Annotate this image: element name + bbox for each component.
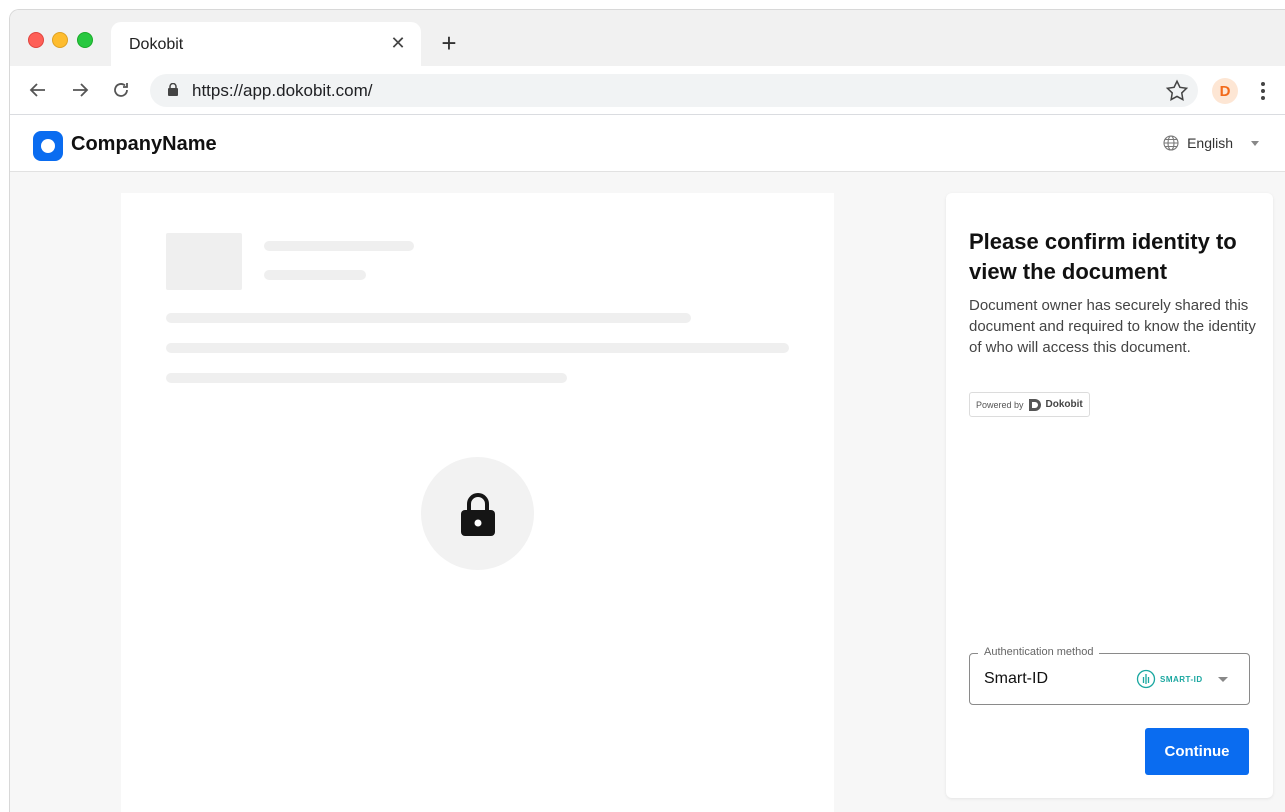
tab-title: Dokobit: [129, 36, 184, 53]
new-tab-icon[interactable]: +: [436, 30, 462, 56]
tab-close-icon[interactable]: ✕: [387, 32, 409, 54]
extension-icon[interactable]: D: [1212, 78, 1238, 104]
browser-window: Dokobit ✕ + https://app.dokobit.com/ D C…: [9, 9, 1285, 812]
skeleton-line: [166, 373, 567, 383]
skeleton-thumbnail: [166, 233, 242, 290]
smartid-logo-text: SMART-ID: [1160, 674, 1203, 684]
app-header: CompanyName English: [10, 115, 1285, 172]
continue-button[interactable]: Continue: [1145, 728, 1249, 775]
smartid-logo: SMART-ID: [1136, 669, 1203, 689]
company-logo-icon: [33, 131, 63, 161]
browser-tab[interactable]: Dokobit ✕: [111, 22, 421, 66]
minimize-window-button[interactable]: [52, 32, 68, 48]
identity-panel: Please confirm identity to view the docu…: [946, 193, 1273, 798]
authentication-method-label: Authentication method: [978, 646, 1100, 658]
url-text: https://app.dokobit.com/: [192, 81, 373, 100]
locked-document-indicator: [421, 457, 534, 570]
powered-by-label: Powered by: [976, 399, 1024, 410]
document-preview: [121, 193, 834, 812]
close-window-button[interactable]: [28, 32, 44, 48]
lock-icon: [460, 492, 495, 536]
language-label: English: [1187, 135, 1233, 151]
powered-by-brand: Dokobit: [1045, 399, 1083, 410]
language-selector[interactable]: English: [1163, 135, 1259, 151]
skeleton-line: [264, 241, 414, 251]
chevron-down-icon: [1218, 677, 1228, 682]
secure-lock-icon: [168, 82, 178, 101]
browser-menu-icon[interactable]: [1256, 78, 1270, 104]
powered-by-badge[interactable]: Powered by Dokobit: [969, 392, 1090, 417]
authentication-method-select[interactable]: Authentication method Smart-ID SMART-ID: [969, 646, 1250, 705]
panel-description: Document owner has securely shared this …: [969, 297, 1256, 356]
authentication-method-value: Smart-ID: [984, 670, 1048, 687]
smartid-icon: [1136, 669, 1156, 689]
tab-strip: Dokobit ✕ +: [10, 10, 1285, 66]
dokobit-logo-icon: [1028, 398, 1041, 411]
reload-icon[interactable]: [107, 76, 135, 104]
skeleton-line: [264, 270, 366, 280]
browser-toolbar: https://app.dokobit.com/ D: [10, 66, 1285, 115]
forward-icon[interactable]: [66, 76, 94, 104]
skeleton-line: [166, 343, 789, 353]
globe-icon: [1163, 135, 1179, 151]
maximize-window-button[interactable]: [77, 32, 93, 48]
company-name: CompanyName: [71, 133, 217, 155]
back-icon[interactable]: [24, 76, 52, 104]
panel-title: Please confirm identity to view the docu…: [969, 229, 1237, 284]
chevron-down-icon: [1251, 140, 1259, 146]
bookmark-star-icon[interactable]: [1164, 78, 1190, 104]
skeleton-line: [166, 313, 691, 323]
address-bar[interactable]: https://app.dokobit.com/: [150, 74, 1198, 107]
